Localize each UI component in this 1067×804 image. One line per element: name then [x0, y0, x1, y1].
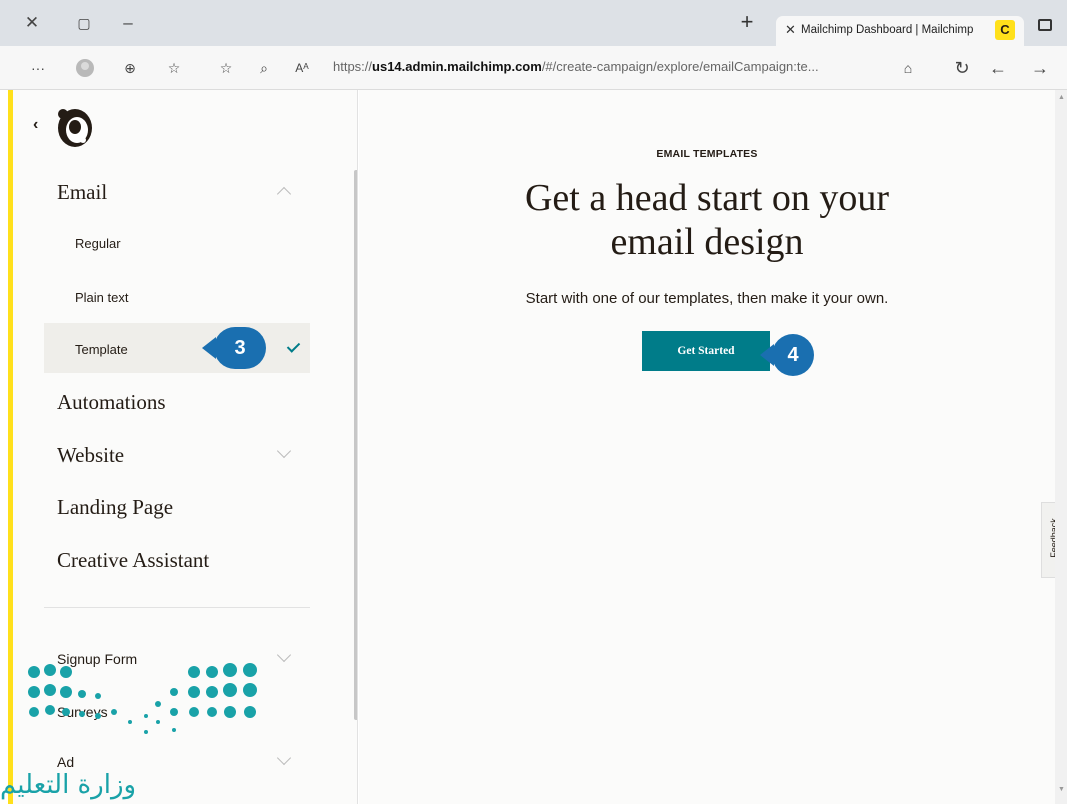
- chevron-down-icon[interactable]: [276, 750, 292, 766]
- lock-icon[interactable]: ⌂: [898, 57, 918, 79]
- address-bar: ··· ⊕ ☆ ☆ ⌕ Aᴬ https://us14.admin.mailch…: [0, 46, 1067, 90]
- mailchimp-logo[interactable]: [53, 102, 97, 150]
- scroll-down-icon[interactable]: ▼: [1058, 786, 1065, 793]
- sidebar-scrollbar[interactable]: [354, 170, 357, 720]
- more-icon[interactable]: ···: [28, 57, 48, 79]
- back-icon[interactable]: ←: [988, 57, 1008, 79]
- headline-line-2: email design: [610, 221, 804, 263]
- url-input[interactable]: https://us14.admin.mailchimp.com/#/creat…: [333, 59, 873, 74]
- forward-icon[interactable]: →: [1030, 57, 1050, 79]
- scroll-down-icon[interactable]: ▼: [357, 778, 358, 787]
- sidebar-item-creative-assistant[interactable]: Creative Assistant: [57, 548, 209, 573]
- sidebar-subitem-plain-text[interactable]: Plain text: [75, 290, 128, 305]
- ministry-logo-text: وزارة التعليم: [0, 770, 137, 800]
- scroll-up-icon[interactable]: ▲: [357, 170, 358, 179]
- sidebar-item-automations[interactable]: Automations: [57, 390, 166, 415]
- sidebar-item-landing-page[interactable]: Landing Page: [57, 495, 173, 520]
- sidebar-item-website[interactable]: Website: [57, 443, 124, 468]
- share-icon[interactable]: ☆: [216, 57, 236, 79]
- section-eyebrow: EMAIL TEMPLATES: [656, 148, 758, 160]
- step-callout-3: 3: [202, 327, 266, 369]
- sidebar-item-email[interactable]: Email: [57, 180, 107, 205]
- get-started-button[interactable]: Get Started: [642, 331, 770, 371]
- browser-tab[interactable]: ✕ Mailchimp Dashboard | Mailchimp C: [776, 16, 1024, 46]
- page-scrollbar[interactable]: ▲ ▼: [1055, 90, 1067, 804]
- sidebar-subitem-regular[interactable]: Regular: [75, 236, 121, 251]
- browser-tab-bar: ✕ ▢ – + ✕ Mailchimp Dashboard | Mailchim…: [0, 0, 1067, 46]
- mailchimp-favicon-icon: C: [995, 20, 1015, 40]
- refresh-icon[interactable]: ↻: [952, 57, 972, 79]
- restore-icon[interactable]: ▢: [72, 12, 96, 34]
- read-aloud-icon[interactable]: Aᴬ: [292, 57, 312, 79]
- headline-line-1: Get a head start on your: [524, 177, 890, 219]
- page-title: Get a head start on your email design: [359, 176, 1055, 264]
- profile-icon[interactable]: [76, 59, 94, 77]
- zoom-icon[interactable]: ⌕: [254, 57, 274, 79]
- chevron-down-icon[interactable]: [276, 443, 292, 459]
- chevron-down-icon[interactable]: [276, 647, 292, 663]
- page-subtitle: Start with one of our templates, then ma…: [525, 290, 889, 307]
- favorites-icon[interactable]: ☆: [164, 57, 184, 79]
- back-chevron-icon[interactable]: ‹: [33, 116, 38, 134]
- maximize-icon[interactable]: [1038, 19, 1052, 31]
- tab-title: Mailchimp Dashboard | Mailchimp: [801, 24, 974, 36]
- chevron-up-icon[interactable]: [276, 186, 292, 202]
- main-panel: EMAIL TEMPLATES Get a head start on your…: [359, 90, 1055, 804]
- plus-icon[interactable]: +: [735, 11, 759, 34]
- minimize-icon[interactable]: –: [116, 12, 140, 34]
- sidebar-subitem-template[interactable]: Template: [75, 342, 128, 357]
- scroll-up-icon[interactable]: ▲: [1058, 94, 1065, 101]
- close-icon[interactable]: ✕: [20, 12, 44, 34]
- sidebar-divider: [44, 607, 310, 608]
- close-icon[interactable]: ✕: [785, 22, 796, 38]
- collections-icon[interactable]: ⊕: [120, 57, 140, 79]
- step-callout-4: 4: [760, 334, 814, 376]
